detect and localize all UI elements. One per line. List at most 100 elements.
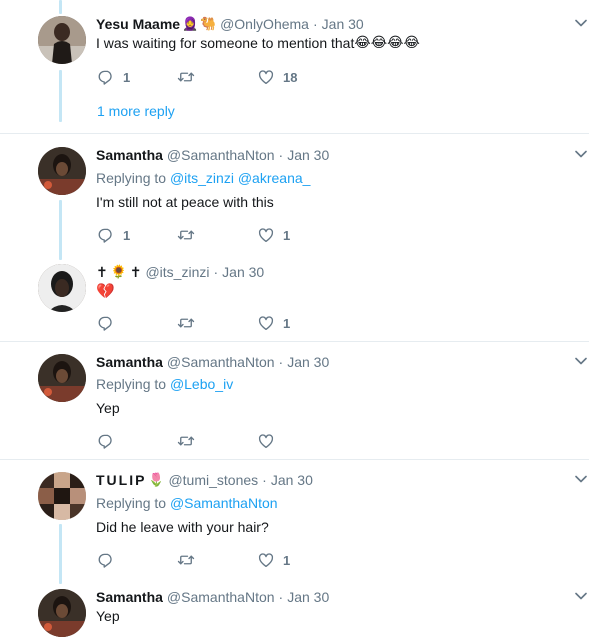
display-name[interactable]: Samantha: [96, 589, 163, 605]
user-handle[interactable]: @OnlyOhema: [220, 16, 309, 32]
retweet-icon: [177, 68, 195, 86]
tweet-actions: 1: [97, 550, 337, 570]
emoji: 😂: [387, 34, 404, 50]
reply-count: 1: [123, 227, 131, 243]
tweet[interactable]: Yesu Maame 🧕 🐫 @OnlyOhema · Jan 30 I was…: [0, 14, 589, 124]
replying-to-label: Replying to: [96, 170, 167, 186]
retweet-icon: [177, 551, 195, 569]
divider: [0, 341, 589, 342]
reply-icon: [97, 226, 115, 244]
display-name-part[interactable]: ✝: [96, 264, 108, 281]
avatar[interactable]: [38, 472, 86, 520]
display-name[interactable]: Samantha: [96, 147, 163, 163]
user-handle[interactable]: @tumi_stones: [168, 472, 258, 488]
name-emoji: 🐫: [199, 16, 217, 31]
avatar[interactable]: [38, 264, 86, 312]
heart-icon: [257, 432, 275, 450]
heart-icon: [257, 68, 275, 86]
retweet-icon: [177, 432, 195, 450]
replying-to: Replying to @Lebo_iv: [96, 376, 233, 392]
tweet-header: TULIP 🌷 @tumi_stones · Jan 30: [96, 470, 313, 490]
avatar[interactable]: [38, 589, 86, 637]
tweet-header: Samantha @SamanthaNton · Jan 30: [96, 145, 329, 165]
user-handle[interactable]: @SamanthaNton: [167, 589, 275, 605]
like-button[interactable]: 18: [257, 67, 337, 87]
display-name[interactable]: Yesu Maame: [96, 16, 180, 32]
retweet-icon: [177, 314, 195, 332]
timestamp[interactable]: Jan 30: [322, 16, 364, 32]
mention-link[interactable]: @akreana_: [238, 170, 311, 186]
mention-link[interactable]: @its_zinzi: [170, 170, 234, 186]
divider: [0, 133, 589, 134]
show-more-replies-link[interactable]: 1 more reply: [97, 103, 175, 119]
like-button[interactable]: 1: [257, 313, 337, 333]
mention-link[interactable]: @Lebo_iv: [170, 376, 233, 392]
tweet-text: I'm still not at peace with this: [96, 194, 274, 210]
tweet[interactable]: Samantha @SamanthaNton · Jan 30 Yep: [0, 587, 589, 640]
like-count: 18: [283, 69, 298, 85]
tweet-text-body: I was waiting for someone to mention tha…: [96, 34, 355, 51]
reply-button[interactable]: [97, 431, 177, 451]
reply-button[interactable]: [97, 550, 177, 570]
emoji: 😂: [354, 34, 371, 50]
reply-icon: [97, 314, 115, 332]
user-handle[interactable]: @SamanthaNton: [167, 354, 275, 370]
like-count: 1: [283, 315, 291, 331]
chevron-down-icon[interactable]: [575, 149, 587, 159]
reply-button[interactable]: 1: [97, 225, 177, 245]
timestamp[interactable]: Jan 30: [222, 264, 264, 280]
display-name[interactable]: TULIP: [96, 472, 146, 488]
chevron-down-icon[interactable]: [575, 18, 587, 28]
separator-dot: ·: [312, 16, 318, 32]
reply-button[interactable]: [97, 313, 177, 333]
tweet-text: Yep: [96, 400, 120, 416]
replying-to-label: Replying to: [96, 495, 167, 511]
heart-icon: [257, 226, 275, 244]
separator-dot: ·: [262, 472, 267, 488]
user-handle[interactable]: @its_zinzi: [145, 264, 209, 280]
name-emoji: 🧕: [181, 16, 199, 31]
separator-dot: ·: [278, 354, 284, 370]
retweet-button[interactable]: [177, 313, 257, 333]
replying-to: Replying to @its_zinzi @akreana_: [96, 170, 310, 186]
reply-button[interactable]: 1: [97, 67, 177, 87]
tweet[interactable]: ✝ 🌻 ✝ @its_zinzi · Jan 30 💔 1: [0, 262, 589, 334]
display-name[interactable]: Samantha: [96, 354, 163, 370]
retweet-button[interactable]: [177, 550, 257, 570]
tweet-header: Yesu Maame 🧕 🐫 @OnlyOhema · Jan 30: [96, 14, 364, 34]
tweet[interactable]: TULIP 🌷 @tumi_stones · Jan 30 Replying t…: [0, 470, 589, 570]
timestamp[interactable]: Jan 30: [287, 147, 329, 163]
mention-link[interactable]: @SamanthaNton: [170, 495, 278, 511]
like-button[interactable]: 1: [257, 225, 337, 245]
retweet-button[interactable]: [177, 431, 257, 451]
reply-icon: [97, 68, 115, 86]
chevron-down-icon[interactable]: [575, 474, 587, 484]
tweet-actions: 1: [97, 313, 337, 333]
avatar[interactable]: [38, 16, 86, 64]
replying-to: Replying to @SamanthaNton: [96, 495, 278, 511]
chevron-down-icon[interactable]: [575, 356, 587, 366]
reply-icon: [97, 551, 115, 569]
display-name-part[interactable]: ✝: [130, 264, 142, 281]
like-button[interactable]: [257, 431, 337, 451]
timestamp[interactable]: Jan 30: [271, 472, 313, 488]
tweet-text: 💔: [96, 283, 115, 300]
avatar[interactable]: [38, 147, 86, 195]
timestamp[interactable]: Jan 30: [287, 589, 329, 605]
separator-dot: ·: [213, 264, 219, 280]
tweet-text: Yep: [96, 608, 120, 624]
retweet-button[interactable]: [177, 225, 257, 245]
separator-dot: ·: [278, 589, 284, 605]
like-button[interactable]: 1: [257, 550, 337, 570]
tweet[interactable]: Samantha @SamanthaNton · Jan 30 Replying…: [0, 352, 589, 452]
replying-to-label: Replying to: [96, 376, 167, 392]
chevron-down-icon[interactable]: [575, 591, 587, 601]
retweet-button[interactable]: [177, 67, 257, 87]
like-count: 1: [283, 552, 291, 568]
avatar[interactable]: [38, 354, 86, 402]
timestamp[interactable]: Jan 30: [287, 354, 329, 370]
tweet[interactable]: Samantha @SamanthaNton · Jan 30 Replying…: [0, 145, 589, 245]
user-handle[interactable]: @SamanthaNton: [167, 147, 275, 163]
tweet-header: ✝ 🌻 ✝ @its_zinzi · Jan 30: [96, 262, 264, 282]
tweet-actions: [97, 431, 337, 451]
